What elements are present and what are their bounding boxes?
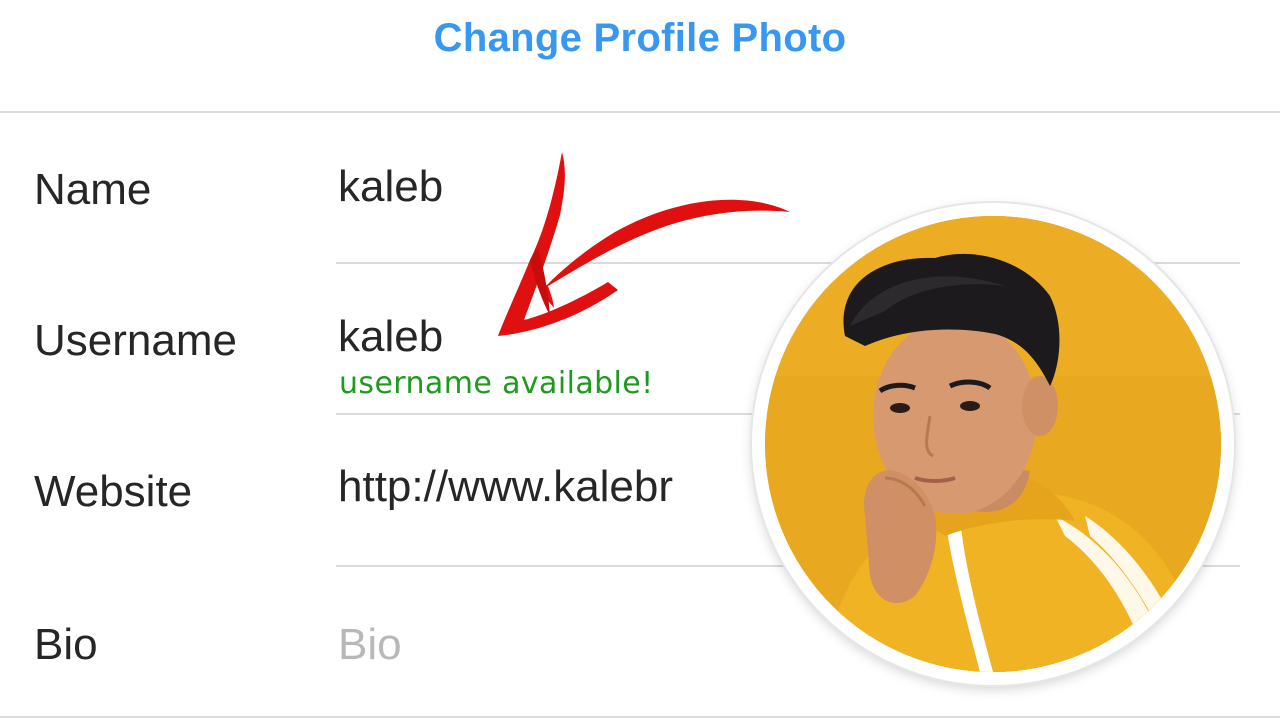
name-label: Name bbox=[34, 165, 152, 214]
username-available-status: username available! bbox=[339, 366, 654, 401]
change-profile-photo-button[interactable]: Change Profile Photo bbox=[434, 16, 847, 61]
profile-photo[interactable] bbox=[765, 216, 1221, 672]
red-arrow-icon bbox=[498, 152, 790, 336]
bottom-divider bbox=[0, 716, 1280, 718]
profile-photo-illustration bbox=[765, 216, 1221, 672]
header-divider bbox=[0, 111, 1280, 113]
username-field[interactable]: kaleb bbox=[338, 312, 443, 362]
website-label: Website bbox=[34, 467, 193, 516]
website-field[interactable]: http://www.kalebr bbox=[338, 462, 768, 522]
bio-field[interactable]: Bio bbox=[338, 620, 402, 670]
bio-label: Bio bbox=[34, 620, 98, 669]
username-label: Username bbox=[34, 316, 237, 365]
name-field[interactable]: kaleb bbox=[338, 162, 443, 212]
website-value: http://www.kalebr bbox=[338, 462, 674, 511]
edit-profile-header: Change Profile Photo bbox=[0, 0, 1280, 112]
